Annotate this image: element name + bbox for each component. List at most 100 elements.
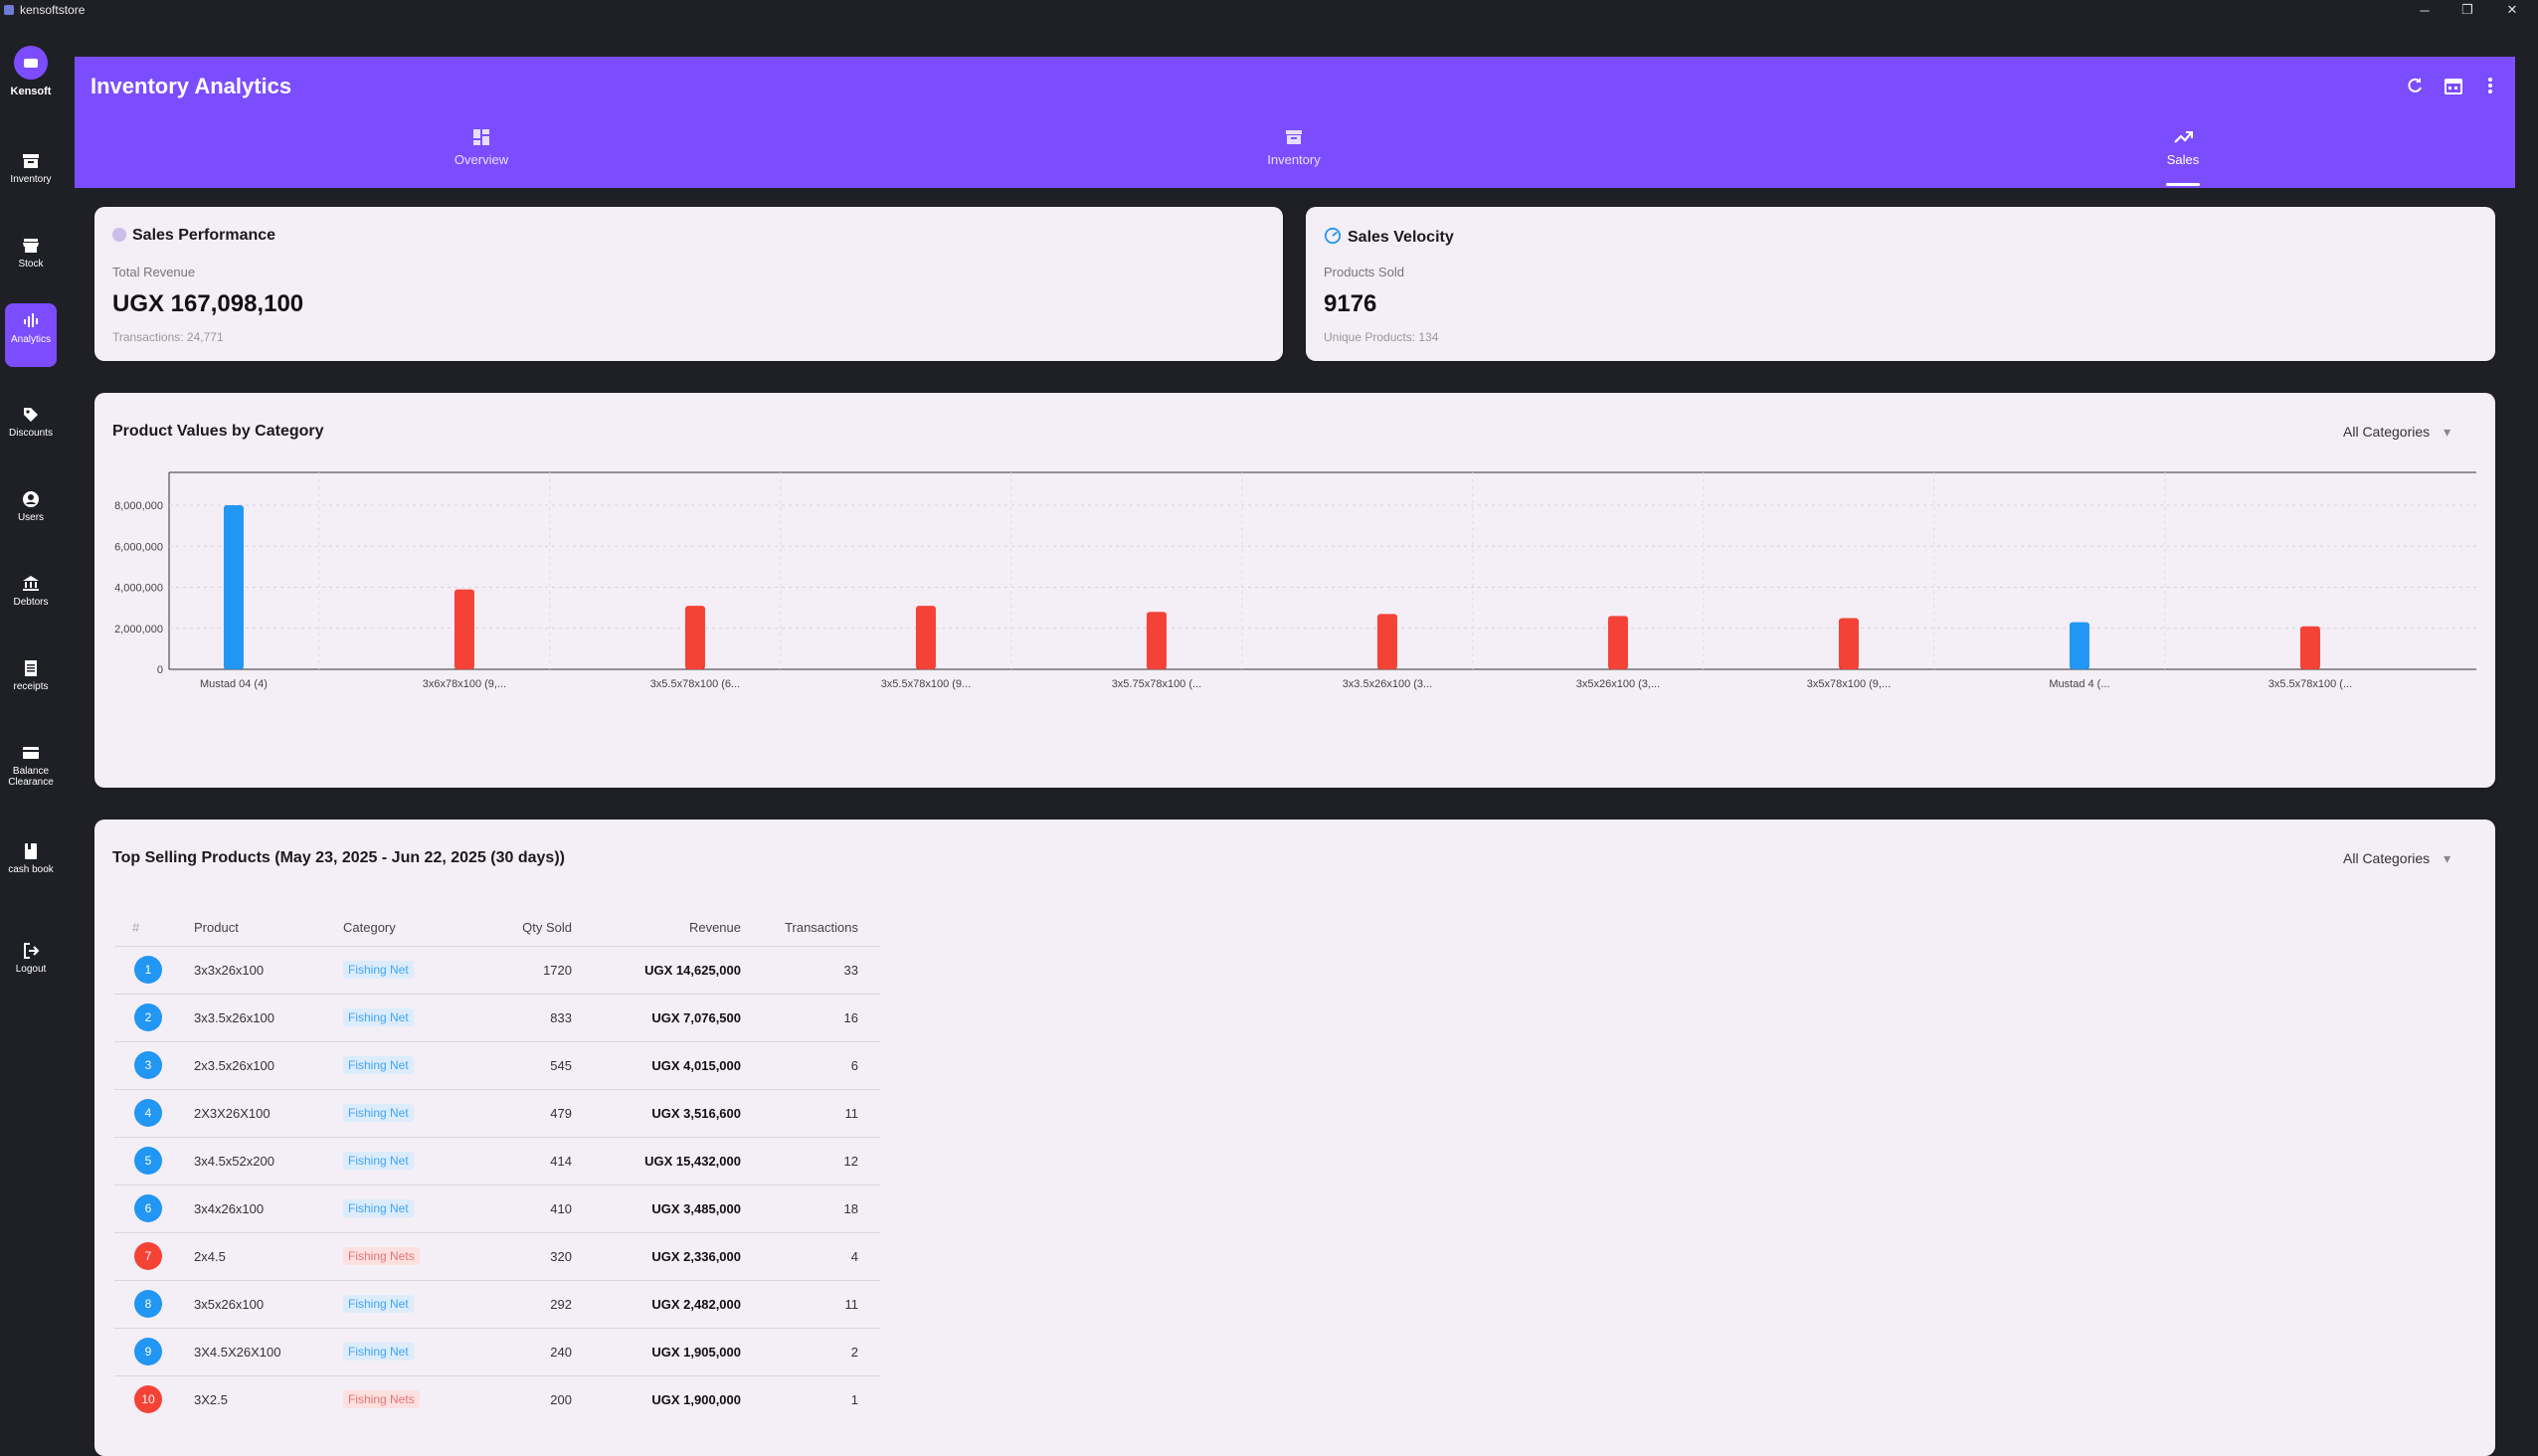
rank-badge: 8: [134, 1290, 162, 1318]
transactions-cell: 12: [741, 1136, 880, 1184]
transactions-cell: 11: [741, 1279, 880, 1328]
sidebar-item-logout[interactable]: Logout: [5, 933, 57, 997]
sidebar-item-analytics[interactable]: Analytics: [5, 303, 57, 367]
tab-sales[interactable]: Sales: [2084, 126, 2282, 167]
analytics-icon: [20, 311, 42, 331]
table-row[interactable]: 3 2x3.5x26x100 Fishing Net 545 UGX 4,015,000…: [114, 1040, 880, 1089]
minimize-button[interactable]: ─: [2405, 0, 2445, 20]
product-cell: 3x4x26x100: [194, 1183, 343, 1232]
sidebar-item-label: Balance Clearance: [8, 766, 54, 788]
product-cell: 3x3.5x26x100: [194, 993, 343, 1041]
category-cell: Fishing Nets: [343, 1231, 462, 1280]
category-cell: Fishing Net: [343, 993, 462, 1041]
table-row[interactable]: 8 3x5x26x100 Fishing Net 292 UGX 2,482,000 11: [114, 1279, 880, 1328]
sidebar-item-discounts[interactable]: Discounts: [5, 397, 57, 460]
rank-badge: 10: [134, 1385, 162, 1414]
brand-name: Kensoft: [10, 86, 52, 97]
sidebar-item-users[interactable]: Users: [5, 481, 57, 545]
revenue-cell: UGX 7,076,500: [572, 993, 741, 1041]
sidebar-item-label: Users: [17, 512, 45, 523]
product-cell: 3x5x26x100: [194, 1279, 343, 1328]
transactions-cell: 18: [741, 1183, 880, 1232]
rank-badge: 9: [134, 1338, 162, 1365]
bar: [2299, 626, 2320, 669]
balance-icon: [20, 743, 42, 763]
maximize-button[interactable]: ❐: [2447, 0, 2487, 20]
product-cell: 2x4.5: [194, 1231, 343, 1280]
table-row[interactable]: 9 3X4.5X26X100 Fishing Net 240 UGX 1,905,000…: [114, 1327, 880, 1375]
qty-cell: 545: [462, 1040, 572, 1089]
rank-badge: 4: [134, 1099, 162, 1127]
table-row[interactable]: 7 2x4.5 Fishing Nets 320 UGX 2,336,000 4: [114, 1231, 880, 1280]
category-chip: Fishing Net: [343, 1343, 414, 1361]
x-tick-label: Mustad 04 (4): [200, 678, 268, 690]
close-button[interactable]: ✕: [2492, 0, 2532, 20]
transactions-cell: 11: [741, 1088, 880, 1137]
x-tick-label: 3x5.5x78x100 (6...: [650, 678, 741, 690]
table-row[interactable]: 6 3x4x26x100 Fishing Net 410 UGX 3,485,000 18: [114, 1183, 880, 1232]
y-tick-label: 6,000,000: [114, 541, 163, 553]
table-row[interactable]: 10 3X2.5 Fishing Nets 200 UGX 1,900,000 1: [114, 1374, 880, 1423]
x-tick-label: 3x5.75x78x100 (...: [1112, 678, 1202, 690]
product-cell: 2x3.5x26x100: [194, 1040, 343, 1089]
archive-icon: [1283, 126, 1305, 148]
category-chip: Fishing Net: [343, 961, 414, 979]
sidebar-item-debtors[interactable]: Debtors: [5, 566, 57, 630]
window-titlebar: kensoftstore ─ ❐ ✕: [0, 0, 2538, 20]
metric-label: Total Revenue: [112, 265, 196, 279]
category-cell: Fishing Net: [343, 1136, 462, 1184]
bar: [1376, 614, 1397, 669]
book-icon: [20, 841, 42, 861]
y-tick-label: 2,000,000: [114, 624, 163, 636]
metric-subtext: Transactions: 24,771: [112, 330, 224, 344]
page-title: Inventory Analytics: [91, 74, 292, 98]
category-cell: Fishing Net: [343, 1279, 462, 1328]
transactions-cell: 2: [741, 1327, 880, 1375]
speed-icon: [1324, 227, 1342, 250]
revenue-cell: UGX 2,336,000: [572, 1231, 741, 1280]
qty-cell: 410: [462, 1183, 572, 1232]
more-vert-icon[interactable]: [2475, 71, 2505, 100]
category-chip: Fishing Nets: [343, 1247, 420, 1265]
category-cell: Fishing Net: [343, 1040, 462, 1089]
window-title: kensoftstore: [20, 3, 86, 17]
app-icon: [4, 5, 14, 15]
bar: [223, 505, 244, 669]
top-selling-title: Top Selling Products (May 23, 2025 - Jun…: [112, 849, 565, 866]
sidebar-item-cash-book[interactable]: cash book: [5, 833, 57, 913]
col-category: Category: [343, 920, 396, 936]
sidebar-item-inventory[interactable]: Inventory: [5, 143, 57, 207]
sales-performance-card: Sales Performance Total Revenue UGX 167,…: [94, 207, 1283, 361]
table-row[interactable]: 5 3x4.5x52x200 Fishing Net 414 UGX 15,432,00…: [114, 1136, 880, 1184]
top-selling-filter-select[interactable]: All Categories: [2343, 850, 2450, 867]
sidebar-item-balance-clearance[interactable]: Balance Clearance: [5, 735, 57, 815]
sidebar-item-stock[interactable]: Stock: [5, 228, 57, 291]
app-header: Inventory Analytics Overview Inventory S…: [75, 57, 2515, 188]
qty-cell: 833: [462, 993, 572, 1041]
product-cell: 3x4.5x52x200: [194, 1136, 343, 1184]
rank-badge: 5: [134, 1147, 162, 1175]
x-tick-label: 3x6x78x100 (9,...: [423, 678, 506, 690]
store-icon: [20, 236, 42, 256]
table-row[interactable]: 4 2X3X26X100 Fishing Net 479 UGX 3,516,600 11: [114, 1088, 880, 1137]
sidebar-item-label: cash book: [8, 864, 54, 875]
table-row[interactable]: 1 3x3x26x100 Fishing Net 1720 UGX 14,625,000…: [114, 945, 880, 994]
product-cell: 3X4.5X26X100: [194, 1327, 343, 1375]
refresh-icon[interactable]: [2400, 71, 2430, 100]
col-qty: Qty Sold: [522, 920, 572, 936]
brand: Kensoft: [0, 46, 62, 97]
table-row[interactable]: 2 3x3.5x26x100 Fishing Net 833 UGX 7,076,500…: [114, 993, 880, 1041]
tab-overview[interactable]: Overview: [382, 126, 581, 167]
calendar-icon[interactable]: [2439, 71, 2468, 100]
tab-inventory[interactable]: Inventory: [1194, 126, 1393, 167]
product-cell: 2X3X26X100: [194, 1088, 343, 1137]
sidebar-item-receipts[interactable]: receipts: [5, 650, 57, 714]
category-chart-card: Product Values by Category All Categorie…: [94, 393, 2495, 788]
bar: [2069, 622, 2089, 669]
revenue-cell: UGX 2,482,000: [572, 1279, 741, 1328]
table-header-row: # Product Category Qty Sold Revenue Tran…: [114, 910, 880, 946]
qty-cell: 200: [462, 1374, 572, 1423]
dashboard-icon: [470, 126, 492, 148]
transactions-cell: 4: [741, 1231, 880, 1280]
revenue-cell: UGX 3,516,600: [572, 1088, 741, 1137]
